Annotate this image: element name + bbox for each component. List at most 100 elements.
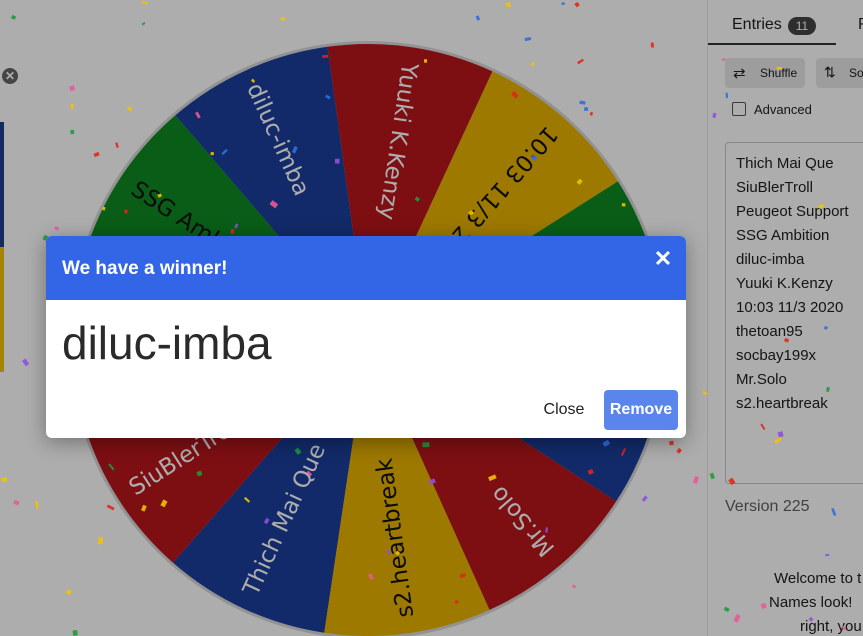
confetti-piece: [579, 100, 586, 105]
confetti-piece: [488, 474, 497, 482]
confetti-piece: [1, 476, 8, 483]
confetti-piece: [459, 573, 466, 579]
confetti-piece: [70, 103, 74, 110]
confetti-piece: [54, 226, 60, 231]
confetti-piece: [140, 504, 147, 512]
confetti-piece: [93, 151, 100, 158]
confetti-piece: [72, 629, 78, 636]
confetti-piece: [701, 390, 708, 396]
confetti-piece: [774, 436, 782, 444]
confetti-piece: [712, 112, 717, 119]
confetti-piece: [571, 584, 577, 589]
confetti-piece: [733, 613, 741, 623]
confetti-piece: [115, 142, 119, 149]
confetti-piece: [692, 475, 700, 484]
confetti-piece: [577, 58, 584, 65]
winner-dialog: We have a winner! ✕ diluc-imba Close Rem…: [46, 236, 686, 438]
confetti-piece: [234, 223, 239, 229]
confetti-piece: [221, 148, 228, 156]
confetti-piece: [823, 325, 829, 330]
winner-name: diluc-imba: [62, 317, 272, 369]
confetti-piece: [620, 448, 626, 457]
close-icon[interactable]: ✕: [652, 248, 674, 270]
confetti-piece: [808, 616, 814, 622]
confetti-piece: [141, 22, 146, 26]
confetti-piece: [709, 472, 715, 480]
confetti-piece: [721, 57, 726, 62]
confetti-piece: [831, 507, 837, 517]
confetti-piece: [576, 178, 583, 185]
remove-button[interactable]: Remove: [604, 390, 678, 430]
confetti-piece: [825, 554, 830, 557]
confetti-piece: [776, 66, 782, 70]
confetti-piece: [250, 78, 256, 83]
confetti-piece: [395, 550, 401, 556]
confetti-piece: [97, 537, 104, 545]
confetti-piece: [243, 496, 251, 503]
confetti-piece: [511, 91, 519, 99]
confetti-piece: [725, 92, 728, 99]
confetti-piece: [127, 106, 133, 112]
confetti-piece: [530, 61, 535, 67]
confetti-piece: [561, 2, 565, 5]
confetti-piece: [10, 14, 17, 20]
confetti-piece: [475, 15, 481, 21]
confetti-piece: [587, 468, 594, 475]
confetti-piece: [269, 200, 279, 209]
confetti-piece: [545, 527, 549, 533]
confetti-piece: [280, 16, 286, 21]
dialog-title: We have a winner!: [62, 258, 228, 279]
confetti-piece: [368, 573, 374, 580]
confetti-piece: [322, 54, 329, 58]
confetti-piece: [22, 358, 30, 367]
confetti-piece: [424, 59, 428, 63]
confetti-piece: [641, 495, 648, 502]
confetti-piece: [524, 36, 532, 42]
confetti-piece: [728, 477, 736, 486]
confetti-piece: [386, 549, 391, 556]
confetti-piece: [428, 478, 436, 485]
confetti-piece: [157, 193, 163, 198]
confetti-piece: [34, 500, 39, 510]
confetti-piece: [13, 500, 20, 506]
confetti-piece: [760, 602, 767, 609]
confetti-piece: [102, 206, 106, 211]
confetti-piece: [65, 589, 72, 596]
confetti-piece: [650, 42, 655, 48]
confetti-piece: [263, 517, 270, 525]
confetti-piece: [70, 129, 75, 135]
confetti-piece: [69, 85, 76, 92]
dialog-header: We have a winner! ✕: [46, 236, 686, 300]
confetti-piece: [589, 111, 594, 116]
confetti-piece: [602, 439, 611, 447]
confetti-piece: [291, 146, 298, 154]
confetti-piece: [196, 470, 203, 477]
confetti-piece: [334, 158, 340, 164]
confetti-piece: [505, 2, 512, 8]
confetti-piece: [325, 94, 331, 100]
confetti-piece: [468, 210, 474, 216]
app-root: Thich Mai QueSiuBlerTrollPeugeot Support…: [0, 0, 863, 636]
confetti-piece: [621, 202, 626, 207]
confetti-piece: [141, 0, 148, 5]
confetti-piece: [160, 499, 168, 508]
confetti-piece: [106, 504, 115, 511]
confetti-piece: [414, 196, 421, 202]
confetti-piece: [826, 386, 830, 393]
confetti-piece: [783, 337, 790, 343]
confetti-piece: [760, 423, 766, 431]
confetti-piece: [583, 107, 589, 112]
confetti-piece: [124, 209, 128, 214]
confetti-piece: [574, 1, 580, 8]
confetti-piece: [818, 203, 825, 210]
confetti-piece: [294, 447, 302, 455]
close-button[interactable]: Close: [534, 390, 594, 430]
confetti-piece: [669, 440, 674, 446]
confetti-piece: [306, 470, 313, 477]
confetti-piece: [723, 606, 730, 613]
confetti-piece: [777, 431, 784, 438]
confetti-piece: [108, 463, 115, 471]
confetti-piece: [530, 154, 538, 161]
confetti-piece: [454, 599, 459, 605]
confetti-piece: [841, 625, 846, 631]
